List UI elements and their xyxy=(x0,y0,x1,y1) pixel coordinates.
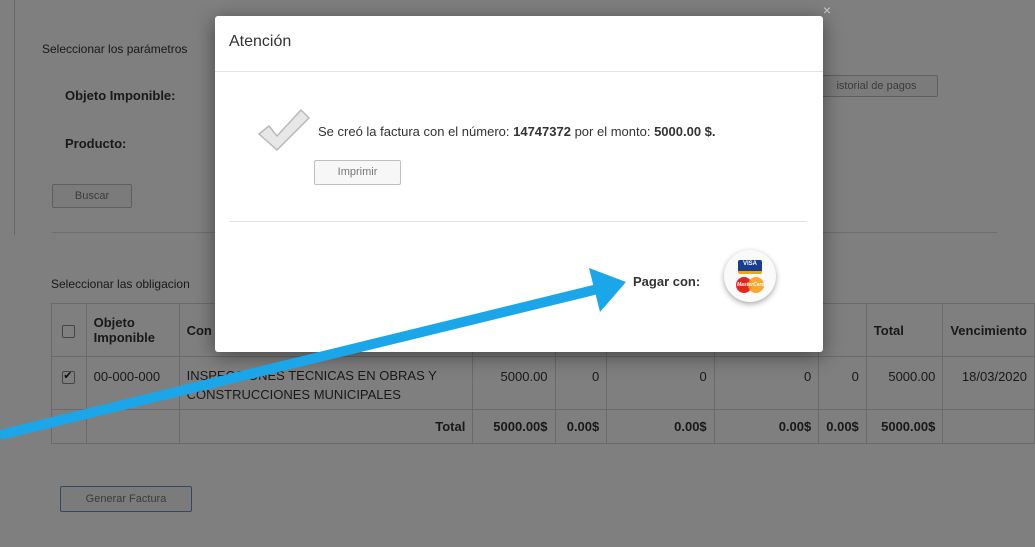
annotation-arrow-icon xyxy=(0,268,626,440)
page: Seleccionar los parámetros Objeto Imponi… xyxy=(0,0,1035,547)
